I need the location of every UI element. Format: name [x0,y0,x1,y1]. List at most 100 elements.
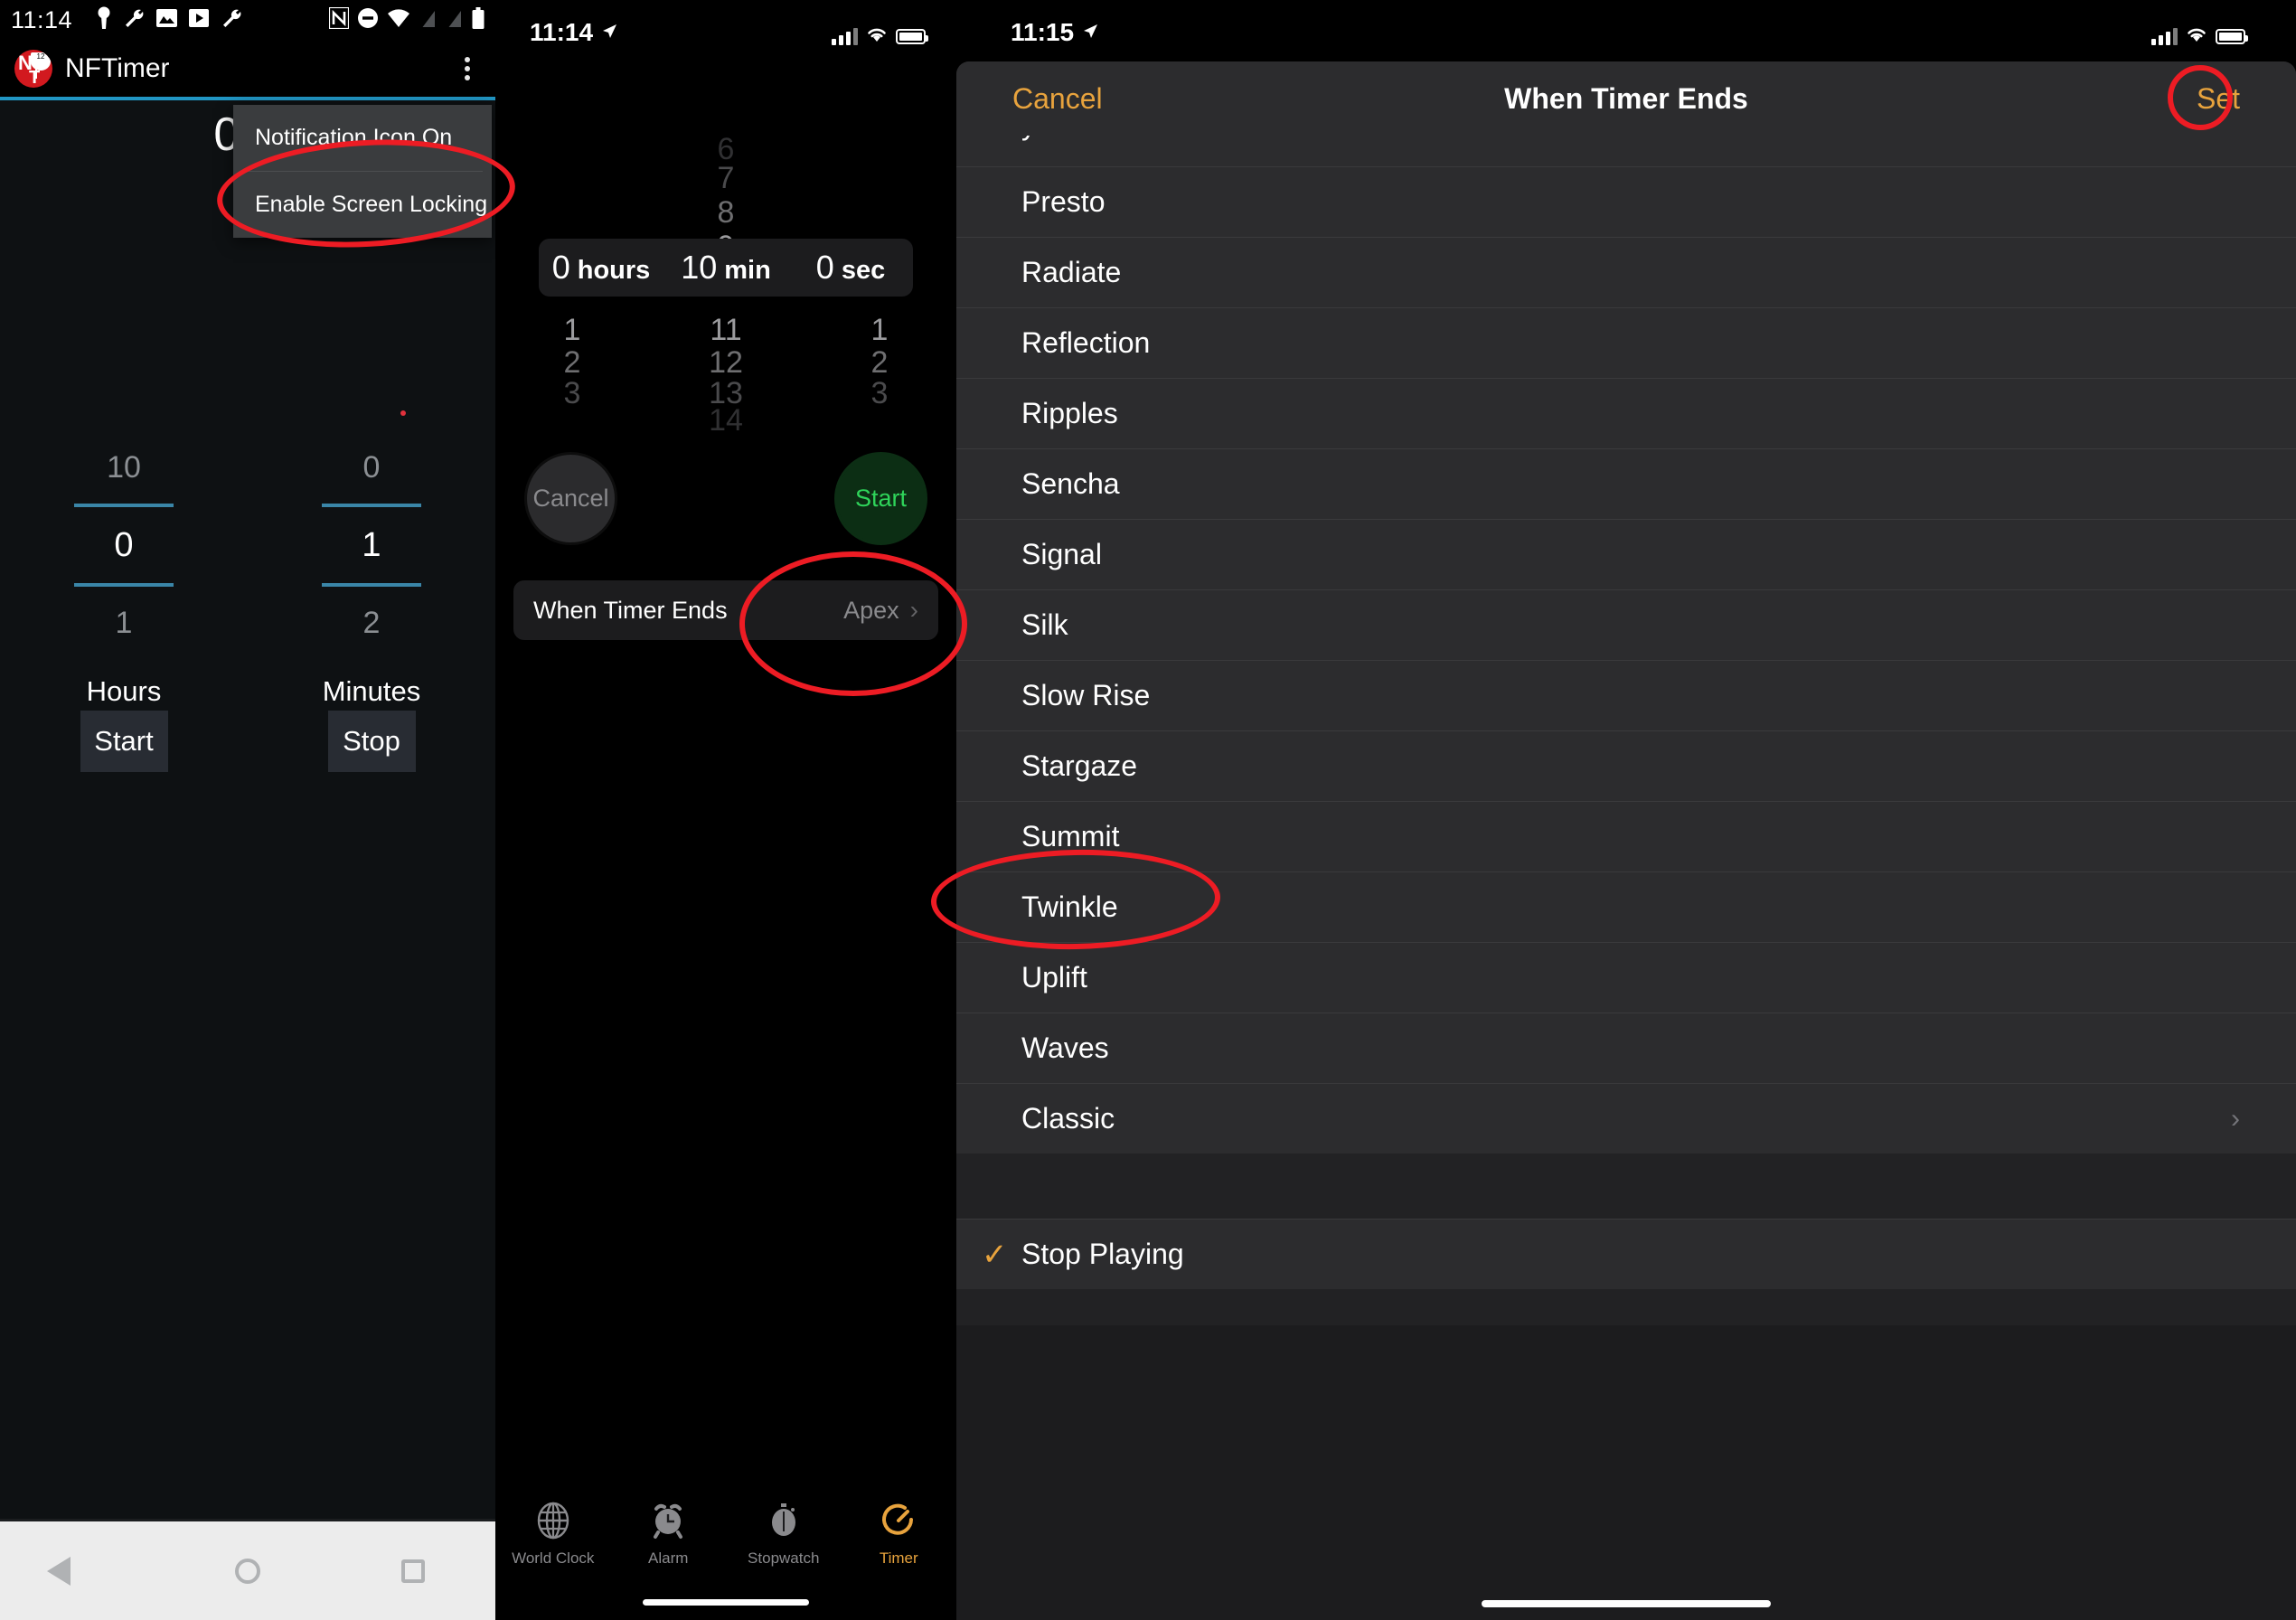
cancel-button[interactable]: Cancel [524,452,617,545]
list-item[interactable]: Summit [956,801,2296,871]
tab-alarm-label: Alarm [648,1549,689,1567]
hours-below-1: 1 [563,313,581,347]
sound-status-bar: 11:15 [956,0,2296,52]
sound-picker-screen: 11:15 Cancel When Timer Ends Set Presto … [956,0,2296,1620]
battery-icon [472,7,485,33]
classic-label: Classic [1021,1102,1115,1135]
list-item[interactable]: Sencha [956,448,2296,519]
tab-timer-label: Timer [879,1549,918,1567]
screenshot-collage: 11:14 N 12 T NFTimer Notification Icon O… [0,0,2296,1620]
list-item[interactable]: Stargaze [956,730,2296,801]
minutes-wheel-above-2: 8 [717,195,735,230]
home-icon[interactable] [235,1558,260,1584]
nftimer-logo-icon: N 12 T [14,50,52,88]
list-item-stop-playing[interactable]: ✓ Stop Playing [956,1219,2296,1289]
chevron-right-icon: › [909,596,918,624]
android-status-clock: 11:14 [11,6,73,33]
start-button[interactable]: Start [834,452,927,545]
cellular-signal-icon [832,27,858,45]
minutes-divider-top [322,504,421,507]
wifi-icon [866,25,888,47]
stop-button[interactable]: Stop [327,711,416,772]
sound-name: Sencha [1021,467,1120,500]
hours-divider-top [74,504,174,507]
hours-column-selected: 0 hours [539,249,663,287]
wrench-icon [123,7,145,33]
alarm-clock-icon [618,1499,718,1542]
when-timer-ends-row[interactable]: When Timer Ends Apex › [513,580,938,640]
sound-status-clock-group: 11:15 [1011,18,1099,47]
seconds-unit-label: sec [841,256,886,285]
list-item[interactable]: Slow Rise [956,660,2296,730]
minutes-selected-value: 1 [362,526,381,564]
sound-name: Ripples [1021,397,1118,429]
hours-picker[interactable]: 10 0 1 Hours [33,435,214,708]
sound-status-icons [2151,25,2248,47]
app-title: NFTimer [65,53,170,83]
list-item-partial[interactable]: y [956,136,2296,166]
ios-timer-screen: 11:14 6 7 8 0 hours 10 min 0 sec 1 11 1 … [495,0,956,1620]
stopwatch-icon [734,1499,833,1542]
tab-stopwatch[interactable]: Stopwatch [734,1499,833,1568]
logo-letter-t: T [29,68,41,88]
home-indicator[interactable] [1482,1600,1771,1607]
tab-alarm[interactable]: Alarm [618,1499,718,1568]
hours-below-value: 1 [115,606,133,640]
when-timer-ends-label: When Timer Ends [533,596,728,624]
sound-name: Slow Rise [1021,679,1151,711]
timer-icon [849,1499,948,1542]
sound-status-clock: 11:15 [1011,18,1075,46]
hours-unit-label: hours [577,256,651,285]
partial-item-label: y [1021,136,1036,142]
stop-playing-label: Stop Playing [1021,1238,1184,1270]
back-icon[interactable] [47,1556,94,1586]
sound-name: Presto [1021,185,1106,218]
seconds-column-selected: 0 sec [788,249,913,287]
minutes-picker[interactable]: 0 1 2 Minutes [281,435,462,708]
checkmark-icon: ✓ [982,1237,1008,1272]
list-item[interactable]: Reflection [956,307,2296,378]
hours-value: 0 [551,249,570,286]
overflow-menu-icon[interactable] [459,52,475,86]
wrench-icon [221,7,242,33]
duration-pickers: 10 0 1 Hours 0 1 2 Minutes [0,435,495,708]
seconds-below-1: 1 [870,313,889,347]
minutes-below-4: 14 [709,403,743,438]
nfc-icon [327,5,351,33]
list-item[interactable]: Signal [956,519,2296,589]
list-item[interactable]: Uplift [956,942,2296,1012]
minutes-unit-label: min [724,256,771,285]
sound-name: Signal [1021,538,1102,570]
list-item[interactable]: Waves [956,1012,2296,1083]
wifi-icon [2186,25,2207,47]
duration-picker-wheel[interactable]: 6 7 8 9 0 hours [495,132,956,438]
android-app-bar: N 12 T NFTimer [0,41,495,97]
recents-icon[interactable] [401,1559,425,1583]
cellular-signal-icon [2151,27,2178,45]
hours-above-value: 10 [107,450,141,485]
sound-name: Uplift [1021,961,1087,994]
menu-item-enable-screen-locking[interactable]: Enable Screen Locking [233,172,492,238]
sound-name: Radiate [1021,256,1122,288]
image-icon [156,9,178,32]
home-indicator[interactable] [643,1599,809,1606]
sound-name: Summit [1021,820,1120,852]
list-item[interactable]: Twinkle [956,871,2296,942]
list-item[interactable]: Presto [956,166,2296,237]
android-screen: 11:14 N 12 T NFTimer Notification Icon O… [0,0,495,1620]
list-item-classic[interactable]: Classic › [956,1083,2296,1154]
set-button[interactable]: Set [2197,82,2240,116]
picker-selected-row: 0 hours 10 min 0 sec [539,239,913,297]
tab-timer[interactable]: Timer [849,1499,948,1568]
list-item[interactable]: Silk [956,589,2296,660]
globe-icon [503,1499,603,1542]
tab-world-clock[interactable]: World Clock [503,1499,603,1568]
start-button[interactable]: Start [80,711,168,772]
list-item[interactable]: Ripples [956,378,2296,448]
menu-item-notification-icon-on[interactable]: Notification Icon On [233,105,492,171]
ios-status-clock: 11:14 [530,18,594,46]
android-content: 00: Notification Icon On Enable Screen L… [0,100,495,1519]
sound-list: y Presto Radiate Reflection Ripples Senc… [956,136,2296,1325]
list-item[interactable]: Radiate [956,237,2296,307]
signal-off-icon [419,8,437,33]
